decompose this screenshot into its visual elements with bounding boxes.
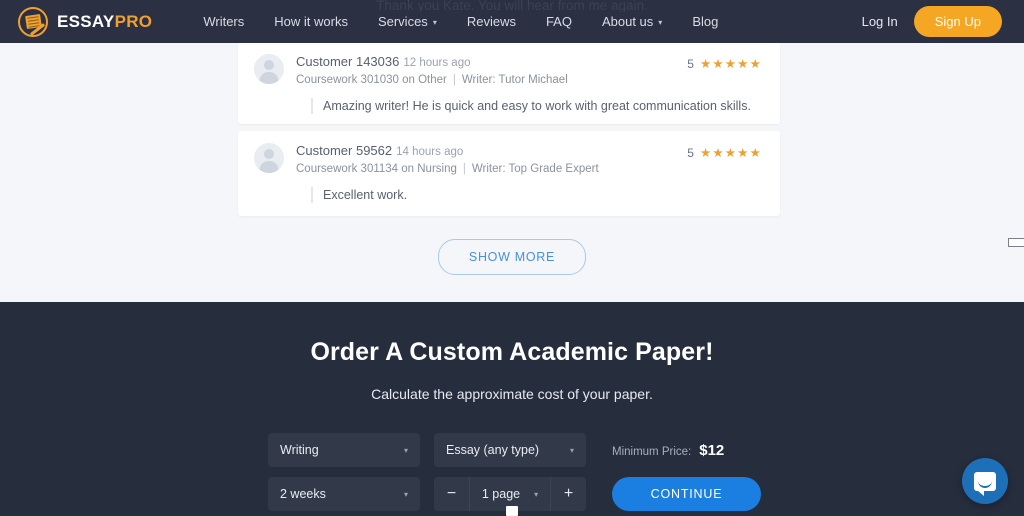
chevron-down-icon: ▾ bbox=[403, 489, 408, 499]
avatar bbox=[254, 54, 284, 84]
service-select-value: Writing bbox=[280, 443, 319, 457]
review-rating: 5 ★★★★★ bbox=[687, 56, 762, 72]
review-writer: Writer: Top Grade Expert bbox=[471, 163, 599, 175]
chevron-down-icon: ▾ bbox=[534, 489, 539, 499]
minimum-price: Minimum Price: $12 bbox=[612, 442, 724, 459]
page-root: Customer 143036 12 hours ago Coursework 3… bbox=[0, 0, 1024, 516]
review-text: Excellent work. bbox=[311, 187, 762, 203]
calculator-row-2: 2 weeks ▾ − 1 page ▾ + CONTINUE bbox=[268, 477, 768, 511]
nav-label: Writers bbox=[203, 14, 245, 29]
main-navigation: Writers How it works Services ▾ Reviews … bbox=[188, 0, 733, 43]
login-link[interactable]: Log In bbox=[862, 14, 898, 29]
site-header: ESSAYPRO Writers How it works Services ▾… bbox=[0, 0, 1024, 43]
paper-type-select-value: Essay (any type) bbox=[446, 443, 540, 457]
logo-text-accent: PRO bbox=[114, 11, 153, 31]
chevron-down-icon: ▾ bbox=[569, 445, 574, 455]
star-icon: ★★★★★ bbox=[699, 57, 762, 71]
service-select[interactable]: Writing ▾ bbox=[268, 433, 420, 467]
nav-label: FAQ bbox=[545, 14, 572, 29]
logo-text-primary: ESSAY bbox=[57, 11, 115, 31]
meta-separator: | bbox=[452, 74, 456, 86]
nav-label: About us bbox=[601, 14, 654, 29]
chevron-down-icon: ▾ bbox=[432, 18, 437, 27]
chat-widget-button[interactable] bbox=[962, 458, 1008, 504]
page-title: Order A Custom Academic Paper! bbox=[310, 338, 714, 366]
order-calculator-section: Order A Custom Academic Paper! Calculate… bbox=[0, 302, 1024, 516]
scroll-indicator bbox=[506, 506, 518, 516]
nav-item-how-it-works[interactable]: How it works bbox=[259, 0, 363, 43]
nav-label: Reviews bbox=[466, 14, 516, 29]
nav-label: Blog bbox=[692, 14, 719, 29]
minimum-price-value: $12 bbox=[699, 441, 725, 459]
nav-item-blog[interactable]: Blog bbox=[677, 0, 733, 43]
review-order: Coursework 301134 on Nursing bbox=[296, 163, 457, 175]
calculator-form: Writing ▾ Essay (any type) ▾ Minimum Pri… bbox=[268, 433, 768, 516]
review-timestamp: 12 hours ago bbox=[403, 57, 471, 69]
deadline-select-value: 2 weeks bbox=[280, 487, 326, 501]
star-icon: ★★★★★ bbox=[699, 146, 762, 160]
nav-item-about-us[interactable]: About us ▾ bbox=[587, 0, 677, 43]
review-rating: 5 ★★★★★ bbox=[687, 145, 762, 161]
rating-value: 5 bbox=[687, 145, 694, 160]
page-subtitle: Calculate the approximate cost of your p… bbox=[371, 386, 653, 402]
review-customer: Customer 143036 bbox=[296, 54, 400, 69]
calculator-row-1: Writing ▾ Essay (any type) ▾ Minimum Pri… bbox=[268, 433, 768, 467]
header-actions: Log In Sign Up bbox=[862, 6, 1010, 37]
nav-label: Services bbox=[377, 14, 428, 29]
review-text: Amazing writer! He is quick and easy to … bbox=[311, 98, 762, 114]
avatar bbox=[254, 143, 284, 173]
show-more-button[interactable]: SHOW MORE bbox=[437, 239, 587, 275]
nav-item-services[interactable]: Services ▾ bbox=[363, 0, 452, 43]
review-timestamp: 14 hours ago bbox=[396, 146, 464, 158]
review-card: Customer 143036 12 hours ago Coursework 3… bbox=[238, 42, 780, 124]
review-writer: Writer: Tutor Michael bbox=[461, 74, 568, 86]
reviews-section: Customer 143036 12 hours ago Coursework 3… bbox=[0, 42, 1024, 302]
logo-text: ESSAYPRO bbox=[57, 12, 152, 32]
review-customer: Customer 59562 bbox=[296, 143, 393, 158]
nav-item-faq[interactable]: FAQ bbox=[531, 0, 587, 43]
increase-pages-button[interactable]: + bbox=[550, 477, 586, 511]
show-more-container: SHOW MORE bbox=[0, 239, 1024, 275]
nav-label: How it works bbox=[274, 14, 348, 29]
paper-type-select[interactable]: Essay (any type) ▾ bbox=[434, 433, 586, 467]
essay-paper-pen-logo-icon bbox=[18, 6, 48, 37]
chat-bubble-icon bbox=[974, 471, 996, 496]
review-meta: Coursework 301030 on Other | Writer: Tutor… bbox=[296, 72, 762, 89]
nav-item-writers[interactable]: Writers bbox=[188, 0, 259, 43]
review-order: Coursework 301030 on Other bbox=[296, 74, 447, 86]
review-meta: Coursework 301134 on Nursing | Writer: Top… bbox=[296, 161, 762, 178]
review-card: Customer 59562 14 hours ago Coursework 30… bbox=[238, 131, 780, 216]
logo[interactable]: ESSAYPRO bbox=[18, 6, 152, 37]
decrease-pages-button[interactable]: − bbox=[434, 477, 470, 511]
deadline-select[interactable]: 2 weeks ▾ bbox=[268, 477, 420, 511]
nav-item-reviews[interactable]: Reviews bbox=[452, 0, 531, 43]
pages-value: 1 page bbox=[481, 487, 521, 501]
chevron-down-icon: ▾ bbox=[658, 18, 663, 27]
chevron-down-icon: ▾ bbox=[403, 445, 408, 455]
meta-separator: | bbox=[462, 163, 466, 175]
continue-button[interactable]: CONTINUE bbox=[612, 477, 761, 511]
edge-widget-partial[interactable] bbox=[1008, 238, 1024, 247]
rating-value: 5 bbox=[687, 56, 694, 71]
minimum-price-label: Minimum Price: bbox=[612, 445, 692, 458]
signup-button[interactable]: Sign Up bbox=[913, 6, 1002, 37]
